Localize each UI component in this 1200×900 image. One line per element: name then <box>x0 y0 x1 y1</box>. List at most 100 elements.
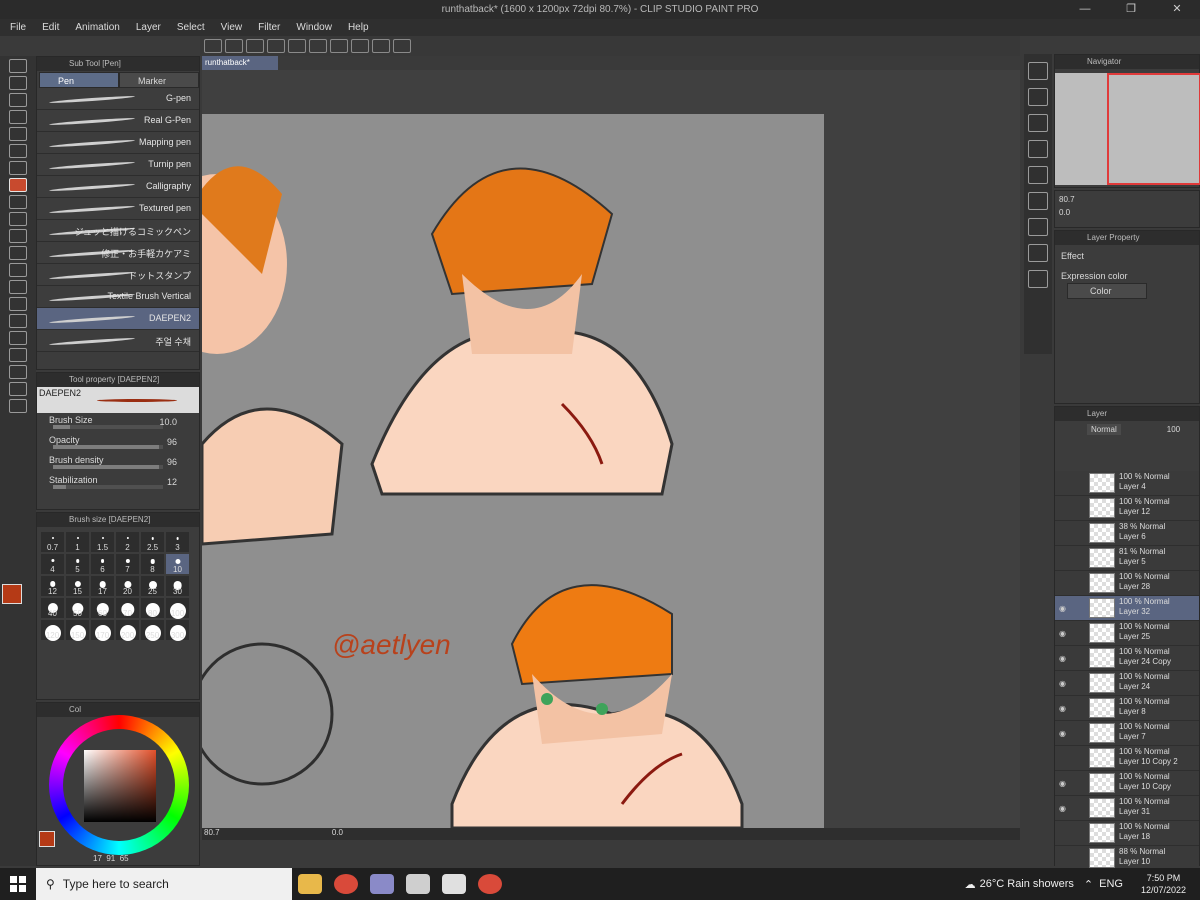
property-row[interactable]: Brush density 96 <box>49 453 199 473</box>
color-picker-square[interactable] <box>84 750 156 822</box>
brush-size-cell[interactable]: 0.7 <box>40 531 65 553</box>
visibility-eye-icon[interactable] <box>1059 479 1067 487</box>
weather-icon[interactable]: ☁ <box>965 878 976 891</box>
transform-icon[interactable] <box>330 39 348 53</box>
property-row[interactable]: Opacity 96 <box>49 433 199 453</box>
brush-size-cell[interactable]: 4 <box>40 553 65 575</box>
menu-file[interactable]: File <box>10 22 26 33</box>
weather-text[interactable]: 26°C Rain showers <box>980 878 1074 890</box>
redo-icon[interactable] <box>288 39 306 53</box>
layer-row[interactable]: ◉ 100 % Normal Layer 31 <box>1055 796 1199 821</box>
fill-tool-icon[interactable] <box>9 280 27 294</box>
brush-item[interactable]: Mapping pen <box>37 132 199 154</box>
property-slider[interactable] <box>53 425 163 429</box>
brush-item[interactable]: ジュッと描けるコミックペン <box>37 220 199 242</box>
gradient-tool-icon[interactable] <box>9 297 27 311</box>
visibility-eye-icon[interactable]: ◉ <box>1059 629 1067 638</box>
file-explorer-icon[interactable] <box>298 874 322 894</box>
ruler-icon[interactable] <box>351 39 369 53</box>
visibility-eye-icon[interactable]: ◉ <box>1059 779 1067 788</box>
select-tool-icon[interactable] <box>9 93 27 107</box>
property-value[interactable]: 96 <box>167 437 177 447</box>
layer-row[interactable]: 100 % Normal Layer 4 <box>1055 471 1199 496</box>
layer-row[interactable]: ◉ 100 % Normal Layer 8 <box>1055 696 1199 721</box>
visibility-eye-icon[interactable] <box>1059 754 1067 762</box>
tab-marker[interactable]: Marker <box>119 72 199 88</box>
eraser-tool-icon[interactable] <box>9 246 27 260</box>
eyedropper-tool-icon[interactable] <box>9 127 27 141</box>
brush-size-cell[interactable]: 40 <box>40 597 65 619</box>
figure-tool-icon[interactable] <box>9 314 27 328</box>
navigator-thumbnail[interactable] <box>1055 73 1200 185</box>
brush-size-cell[interactable]: 200 <box>115 619 140 641</box>
layer-row[interactable]: ◉ 100 % Normal Layer 7 <box>1055 721 1199 746</box>
brush-size-cell[interactable]: 2.5 <box>140 531 165 553</box>
brush-item[interactable]: Textured pen <box>37 198 199 220</box>
document-tab[interactable]: runthatback* <box>202 56 278 70</box>
brush-item[interactable]: Turnip pen <box>37 154 199 176</box>
brush-item[interactable]: DAEPEN2 <box>37 308 199 330</box>
clear-icon[interactable] <box>309 39 327 53</box>
quick-access-icon[interactable] <box>1028 270 1048 288</box>
property-slider[interactable] <box>53 445 163 449</box>
pen-tool-icon[interactable] <box>9 161 27 175</box>
sub-view-icon[interactable] <box>1028 88 1048 106</box>
current-color-swatch[interactable] <box>39 831 55 847</box>
brush-size-cell[interactable]: 60 <box>90 597 115 619</box>
clip-studio-paint-icon[interactable] <box>442 874 466 894</box>
brush-size-cell[interactable]: 20 <box>115 575 140 597</box>
property-value[interactable]: 10.0 <box>159 417 177 427</box>
timeline-icon[interactable] <box>1028 244 1048 262</box>
item-bank-icon[interactable] <box>1028 114 1048 132</box>
brush-size-cell[interactable]: 7 <box>115 553 140 575</box>
visibility-eye-icon[interactable] <box>1059 579 1067 587</box>
brush-item[interactable]: G-pen <box>37 88 199 110</box>
start-button[interactable] <box>0 868 36 900</box>
taskbar-search[interactable]: ⚲ Type here to search <box>36 868 292 900</box>
open-file-icon[interactable] <box>225 39 243 53</box>
visibility-eye-icon[interactable] <box>1059 829 1067 837</box>
brush-size-cell[interactable]: 80 <box>140 597 165 619</box>
layer-opacity-value[interactable]: 100 <box>1167 425 1180 434</box>
help-icon[interactable] <box>393 39 411 53</box>
canvas-paper[interactable]: @aetlyen <box>202 114 824 828</box>
layer-row[interactable]: 38 % Normal Layer 6 <box>1055 521 1199 546</box>
property-slider[interactable] <box>53 485 163 489</box>
brush-size-cell[interactable]: 120 <box>40 619 65 641</box>
property-value[interactable]: 12 <box>167 477 177 487</box>
app-icon[interactable] <box>370 874 394 894</box>
canvas-area[interactable]: @aetlyen <box>202 70 1020 830</box>
menu-edit[interactable]: Edit <box>42 22 59 33</box>
layer-row[interactable]: ◉ 100 % Normal Layer 24 <box>1055 671 1199 696</box>
maximize-button[interactable]: ❐ <box>1108 0 1154 19</box>
brush-tool-icon[interactable] <box>9 195 27 209</box>
clock[interactable]: 7:50 PM 12/07/2022 <box>1141 872 1186 896</box>
visibility-eye-icon[interactable]: ◉ <box>1059 679 1067 688</box>
visibility-eye-icon[interactable] <box>1059 504 1067 512</box>
visibility-eye-icon[interactable]: ◉ <box>1059 704 1067 713</box>
visibility-eye-icon[interactable]: ◉ <box>1059 654 1067 663</box>
tab-pen[interactable]: Pen <box>39 72 119 88</box>
color-wheel[interactable] <box>49 715 189 855</box>
visibility-eye-icon[interactable] <box>1059 529 1067 537</box>
brush-size-cell[interactable]: 30 <box>165 575 190 597</box>
layer-row[interactable]: ◉ 100 % Normal Layer 32 <box>1055 596 1199 621</box>
menu-select[interactable]: Select <box>177 22 205 33</box>
property-value[interactable]: 96 <box>167 457 177 467</box>
visibility-eye-icon[interactable] <box>1059 854 1067 862</box>
close-button[interactable]: ✕ <box>1154 0 1200 19</box>
new-file-icon[interactable] <box>204 39 222 53</box>
brush-item[interactable]: Calligraphy <box>37 176 199 198</box>
brush-item[interactable]: 주얼 수채 <box>37 330 199 352</box>
navigator-rotation[interactable]: 0.0 <box>1059 208 1195 217</box>
expression-color-select[interactable]: Color <box>1067 283 1147 299</box>
layer-row[interactable]: 81 % Normal Layer 5 <box>1055 546 1199 571</box>
brush-size-cell[interactable]: 250 <box>140 619 165 641</box>
airbrush-tool-icon[interactable] <box>9 212 27 226</box>
brush-size-cell[interactable]: 170 <box>90 619 115 641</box>
brush-item[interactable]: Real G-Pen <box>37 110 199 132</box>
menu-animation[interactable]: Animation <box>75 22 119 33</box>
brush-item[interactable]: Textile Brush Vertical <box>37 286 199 308</box>
balloon-tool-icon[interactable] <box>9 382 27 396</box>
brush-item[interactable]: ドットスタンプ <box>37 264 199 286</box>
